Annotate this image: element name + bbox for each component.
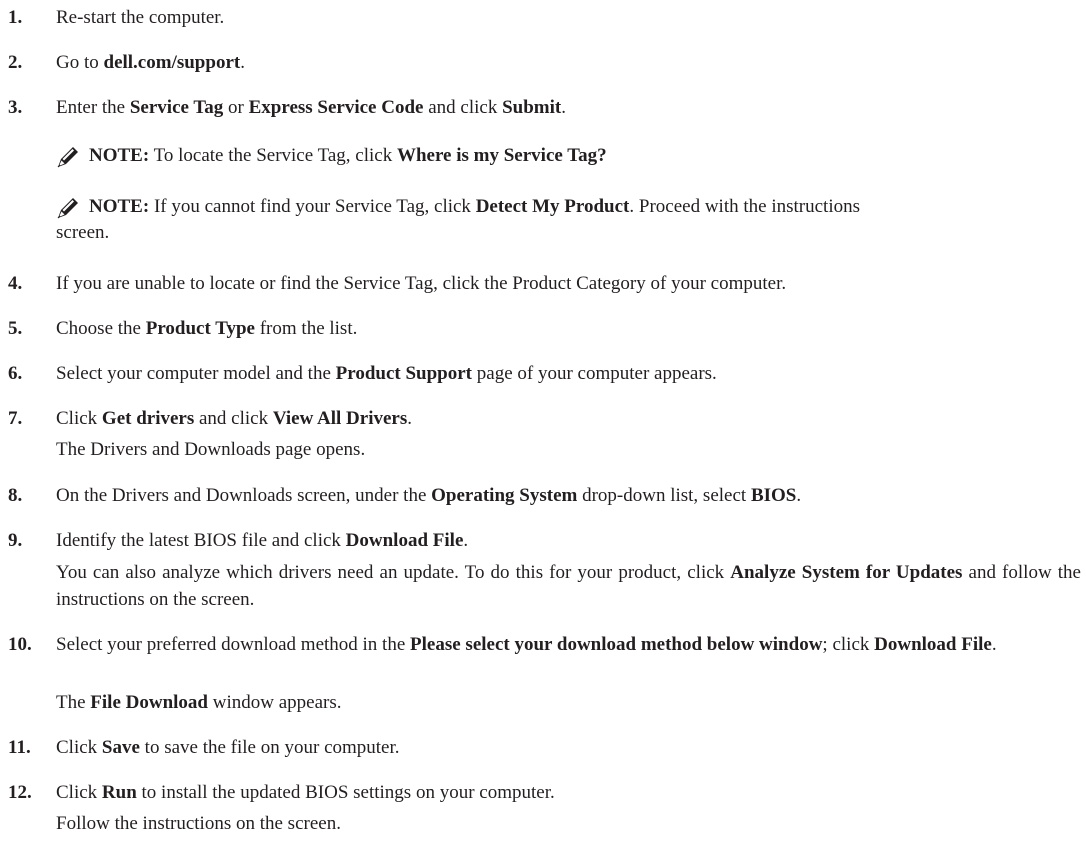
step-text: If you are unable to locate or find the … xyxy=(56,270,1081,297)
emphasis-text: Get drivers xyxy=(101,408,195,429)
step-number: 9. xyxy=(8,530,23,551)
step-number: 10. xyxy=(8,634,32,655)
text-run: from the list. xyxy=(254,318,358,339)
emphasis-text: Analyze System for Updates xyxy=(730,562,963,583)
emphasis-text: NOTE: xyxy=(89,145,150,166)
step-number: 8. xyxy=(8,485,23,506)
text-run: Go to xyxy=(56,52,104,73)
emphasis-text: Detect My Product xyxy=(475,196,630,217)
step-text: Enter the Service Tag or Express Service… xyxy=(56,94,1081,121)
text-run: ; click xyxy=(822,634,875,655)
text-run: Select your preferred download method in… xyxy=(56,634,411,655)
text-run: To locate the Service Tag, click xyxy=(149,145,397,166)
step-number: 5. xyxy=(8,318,23,339)
text-run: The xyxy=(56,692,91,713)
text-run: Select your computer model and the xyxy=(56,363,336,384)
text-run: and click xyxy=(423,97,503,118)
text-run: window appears. xyxy=(208,692,342,713)
emphasis-text: File Download xyxy=(90,692,208,713)
text-run: On the Drivers and Downloads screen, und… xyxy=(56,485,432,506)
text-run: Click xyxy=(56,782,102,803)
step-text: Re-start the computer. xyxy=(56,4,1081,31)
text-run: or xyxy=(223,97,249,118)
text-run: Identify the latest BIOS file and click xyxy=(56,530,346,551)
text-run: Follow the instructions on the screen. xyxy=(56,813,341,834)
emphasis-text: Product Support xyxy=(335,363,473,384)
text-run: to save the file on your computer. xyxy=(139,737,400,758)
step-number: 2. xyxy=(8,52,23,73)
step-12-result: Follow the instructions on the screen. xyxy=(56,810,1081,837)
emphasis-text: Where is my Service Tag? xyxy=(396,145,607,166)
text-run: You can also analyze which drivers need … xyxy=(56,562,731,583)
step-10-result: The File Download window appears. xyxy=(56,689,1081,716)
step-number: 6. xyxy=(8,363,23,384)
text-run: page of your computer appears. xyxy=(472,363,717,384)
step-number: 11. xyxy=(8,737,31,758)
text-run: Click xyxy=(56,408,102,429)
emphasis-text: Please select your download method below… xyxy=(410,634,823,655)
step-7-result: The Drivers and Downloads page opens. xyxy=(56,436,1081,463)
text-run: Enter the xyxy=(56,97,130,118)
text-run: . xyxy=(240,52,245,73)
text-run: . xyxy=(796,485,802,506)
step-text: Identify the latest BIOS file and click … xyxy=(56,527,1081,554)
step-text: Go to dell.com/support. xyxy=(56,49,1081,76)
text-run: to install the updated BIOS settings on … xyxy=(136,782,555,803)
step-number: 4. xyxy=(8,273,23,294)
text-run: Re-start the computer. xyxy=(56,7,225,28)
note-text: NOTE: To locate the Service Tag, click W… xyxy=(89,142,1081,169)
step-text: Select your preferred download method in… xyxy=(56,631,1081,658)
emphasis-text: Download File xyxy=(345,530,464,551)
text-run: Choose the xyxy=(56,318,146,339)
note-text: NOTE: If you cannot find your Service Ta… xyxy=(89,193,1081,220)
emphasis-text: Operating System xyxy=(431,485,578,506)
emphasis-text: Express Service Code xyxy=(248,97,424,118)
emphasis-text: dell.com/support xyxy=(103,52,241,73)
note-continuation: screen. xyxy=(56,222,110,243)
step-number: 3. xyxy=(8,97,23,118)
note-pencil-icon xyxy=(57,198,78,219)
step-text: Click Run to install the updated BIOS se… xyxy=(56,779,1081,806)
text-run: . xyxy=(561,97,566,118)
text-run: . xyxy=(407,408,412,429)
emphasis-text: Service Tag xyxy=(129,97,224,118)
emphasis-text: Product Type xyxy=(145,318,255,339)
text-run: . Proceed with the instructions xyxy=(629,196,860,217)
text-run: Click xyxy=(56,737,102,758)
emphasis-text: View All Drivers xyxy=(272,408,408,429)
text-run: drop-down list, select xyxy=(577,485,751,506)
emphasis-text: Run xyxy=(101,782,137,803)
text-run: and click xyxy=(194,408,273,429)
emphasis-text: BIOS xyxy=(750,485,797,506)
emphasis-text: Download File xyxy=(874,634,992,655)
step-number: 12. xyxy=(8,782,32,803)
step-text: Choose the Product Type from the list. xyxy=(56,315,1081,342)
step-text: On the Drivers and Downloads screen, und… xyxy=(56,482,1081,509)
step-text: Click Save to save the file on your comp… xyxy=(56,734,1081,761)
step-number: 1. xyxy=(8,7,23,28)
emphasis-text: NOTE: xyxy=(89,196,150,217)
step-text: Select your computer model and the Produ… xyxy=(56,360,1081,387)
text-run: . xyxy=(991,634,997,655)
text-run: The Drivers and Downloads page opens. xyxy=(56,439,366,460)
text-run: . xyxy=(463,530,469,551)
text-run: If you cannot find your Service Tag, cli… xyxy=(149,196,476,217)
step-9-detail: You can also analyze which drivers need … xyxy=(56,559,1081,613)
step-number: 7. xyxy=(8,408,23,429)
emphasis-text: Save xyxy=(101,737,140,758)
emphasis-text: Submit xyxy=(502,97,562,118)
note-pencil-icon xyxy=(57,147,78,168)
text-run: If you are unable to locate or find the … xyxy=(56,273,787,294)
step-text: Click Get drivers and click View All Dri… xyxy=(56,405,1081,432)
